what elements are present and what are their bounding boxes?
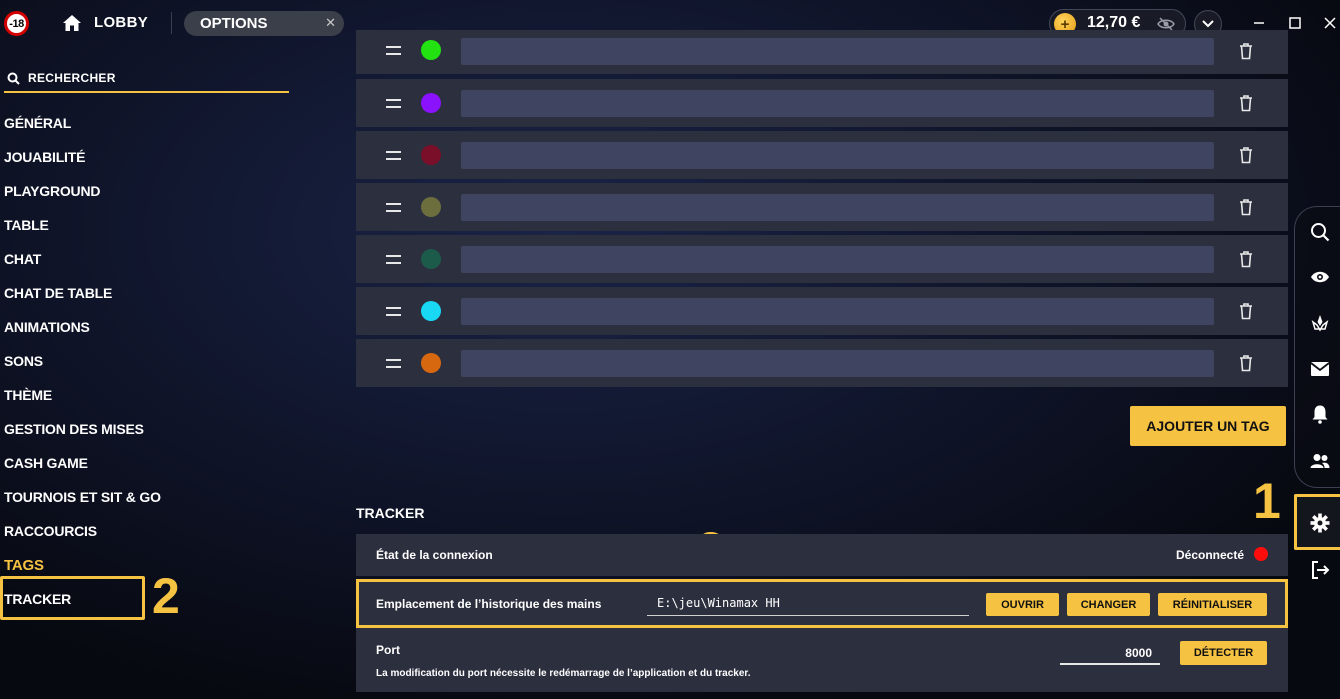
trash-icon[interactable] bbox=[1238, 250, 1254, 268]
search-placeholder: RECHERCHER bbox=[28, 71, 116, 85]
tag-color-swatch[interactable] bbox=[421, 301, 441, 321]
expert-icon[interactable] bbox=[1310, 313, 1330, 333]
bell-icon[interactable] bbox=[1310, 404, 1330, 424]
reset-button[interactable]: RÉINITIALISER bbox=[1158, 593, 1267, 616]
connection-label: État de la connexion bbox=[376, 548, 493, 562]
tag-color-swatch[interactable] bbox=[421, 40, 441, 60]
history-path-field[interactable]: E:\jeu\Winamax HH bbox=[647, 594, 969, 616]
port-label: Port bbox=[376, 643, 400, 657]
lobby-link[interactable]: LOBBY bbox=[94, 14, 148, 31]
change-button[interactable]: CHANGER bbox=[1067, 593, 1150, 616]
tag-name-input[interactable] bbox=[461, 38, 1214, 65]
tag-row bbox=[356, 79, 1288, 127]
status-indicator-dot bbox=[1254, 547, 1268, 561]
sidebar-item-chat-de-table[interactable]: CHAT DE TABLE bbox=[4, 285, 112, 301]
tag-color-swatch[interactable] bbox=[421, 197, 441, 217]
tag-color-swatch[interactable] bbox=[421, 249, 441, 269]
friends-icon[interactable] bbox=[1310, 451, 1330, 471]
age-restriction-badge: -18 bbox=[4, 11, 29, 36]
drag-handle-icon[interactable] bbox=[386, 255, 401, 264]
tag-name-input[interactable] bbox=[461, 350, 1214, 377]
home-icon[interactable] bbox=[62, 14, 82, 32]
drag-handle-icon[interactable] bbox=[386, 203, 401, 212]
detect-button[interactable]: DÉTECTER bbox=[1180, 641, 1267, 665]
gear-icon[interactable] bbox=[1310, 513, 1330, 533]
tag-row bbox=[356, 30, 1288, 74]
trash-icon[interactable] bbox=[1238, 302, 1254, 320]
trash-icon[interactable] bbox=[1238, 198, 1254, 216]
sidebar-item-table[interactable]: TABLE bbox=[4, 217, 49, 233]
connection-status: Déconnecté bbox=[1176, 548, 1245, 562]
tracker-section-title: TRACKER bbox=[356, 505, 425, 521]
port-input[interactable]: 8000 bbox=[1060, 643, 1160, 665]
trash-icon[interactable] bbox=[1238, 146, 1254, 164]
sidebar-item-sons[interactable]: SONS bbox=[4, 353, 43, 369]
sidebar-item-tags[interactable]: TAGS bbox=[4, 557, 44, 574]
tag-row bbox=[356, 287, 1288, 335]
sidebar-item-raccourcis[interactable]: RACCOURCIS bbox=[4, 523, 97, 539]
tag-color-swatch[interactable] bbox=[421, 353, 441, 373]
chevron-down-icon bbox=[1202, 20, 1214, 28]
minimize-icon bbox=[1254, 22, 1264, 24]
sidebar-item-jouabilite[interactable]: JOUABILITÉ bbox=[4, 149, 85, 165]
step-annotation-1: 1 bbox=[1253, 473, 1281, 529]
tag-row bbox=[356, 183, 1288, 231]
drag-handle-icon[interactable] bbox=[386, 46, 401, 55]
logout-icon[interactable] bbox=[1310, 560, 1330, 580]
search-icon bbox=[7, 72, 20, 85]
right-rail bbox=[1294, 206, 1340, 488]
tag-name-input[interactable] bbox=[461, 246, 1214, 273]
sidebar-item-tournois[interactable]: TOURNOIS ET SIT & GO bbox=[4, 489, 161, 505]
eye-icon[interactable] bbox=[1310, 267, 1330, 287]
trash-icon[interactable] bbox=[1238, 94, 1254, 112]
tag-color-swatch[interactable] bbox=[421, 93, 441, 113]
sidebar-item-playground[interactable]: PLAYGROUND bbox=[4, 183, 100, 199]
drag-handle-icon[interactable] bbox=[386, 151, 401, 160]
search-icon[interactable] bbox=[1310, 222, 1330, 242]
close-window-button[interactable] bbox=[1322, 15, 1338, 31]
open-button[interactable]: OUVRIR bbox=[986, 593, 1059, 616]
sidebar-item-animations[interactable]: ANIMATIONS bbox=[4, 319, 90, 335]
sidebar-item-gestion-des-mises[interactable]: GESTION DES MISES bbox=[4, 421, 144, 437]
maximize-icon bbox=[1289, 17, 1301, 29]
maximize-button[interactable] bbox=[1287, 15, 1303, 31]
tag-row bbox=[356, 235, 1288, 283]
drag-handle-icon[interactable] bbox=[386, 307, 401, 316]
tag-name-input[interactable] bbox=[461, 298, 1214, 325]
close-window-icon bbox=[1324, 17, 1336, 29]
sidebar-item-theme[interactable]: THÈME bbox=[4, 387, 52, 403]
tracker-highlight-box bbox=[0, 576, 145, 620]
drag-handle-icon[interactable] bbox=[386, 359, 401, 368]
tag-color-swatch[interactable] bbox=[421, 145, 441, 165]
top-divider bbox=[171, 12, 172, 34]
sidebar-item-chat[interactable]: CHAT bbox=[4, 251, 41, 267]
trash-icon[interactable] bbox=[1238, 354, 1254, 372]
tag-name-input[interactable] bbox=[461, 194, 1214, 221]
tag-row bbox=[356, 131, 1288, 179]
minimize-button[interactable] bbox=[1251, 15, 1267, 31]
mail-icon[interactable] bbox=[1310, 359, 1330, 379]
history-path-row: Emplacement de l’historique des mains E:… bbox=[356, 579, 1288, 628]
settings-sidebar: RECHERCHER GÉNÉRAL JOUABILITÉ PLAYGROUND… bbox=[0, 46, 300, 699]
port-note: La modification du port nécessite le red… bbox=[376, 668, 751, 679]
tag-name-input[interactable] bbox=[461, 142, 1214, 169]
search-input[interactable]: RECHERCHER bbox=[4, 68, 289, 93]
port-row: Port La modification du port nécessite l… bbox=[356, 628, 1288, 692]
tag-row bbox=[356, 339, 1288, 387]
close-icon[interactable]: ✕ bbox=[325, 15, 336, 31]
connection-row: État de la connexion Déconnecté bbox=[356, 534, 1288, 576]
trash-icon[interactable] bbox=[1238, 42, 1254, 60]
drag-handle-icon[interactable] bbox=[386, 99, 401, 108]
sidebar-item-cash-game[interactable]: CASH GAME bbox=[4, 455, 88, 471]
tag-name-input[interactable] bbox=[461, 90, 1214, 117]
sidebar-item-general[interactable]: GÉNÉRAL bbox=[4, 115, 71, 131]
tab-options[interactable]: OPTIONS ✕ bbox=[184, 11, 344, 36]
step-annotation-2: 2 bbox=[152, 568, 180, 624]
tab-options-label: OPTIONS bbox=[200, 15, 268, 32]
history-path-label: Emplacement de l’historique des mains bbox=[376, 597, 602, 611]
add-tag-button[interactable]: AJOUTER UN TAG bbox=[1130, 406, 1286, 446]
